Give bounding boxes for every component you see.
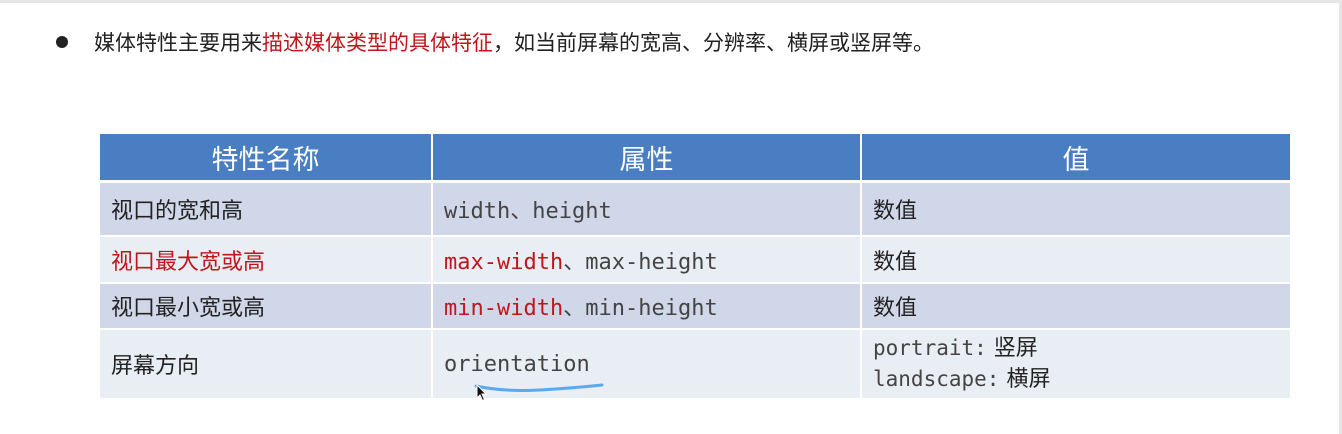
table-row: 视口的宽和高 width、height 数值 xyxy=(100,181,1290,237)
attribute-cell: min-width、min-height xyxy=(432,283,862,330)
intro-bullet: 媒体特性主要用来描述媒体类型的具体特征，如当前屏幕的宽高、分辨率、横屏或竖屏等。 xyxy=(56,26,934,60)
bullet-dot-icon xyxy=(56,36,68,48)
attribute-b: min-height xyxy=(585,296,718,321)
attribute-a: orientation xyxy=(444,351,590,377)
value-cell: 数值 xyxy=(861,181,1290,237)
header-value: 值 xyxy=(861,134,1290,183)
value-line-landscape: landscape: 横屏 xyxy=(873,364,1290,395)
pen-annotation-underline xyxy=(474,383,604,392)
header-attribute: 属性 xyxy=(432,134,862,183)
value-cell: portrait: 竖屏 landscape: 横屏 xyxy=(861,329,1290,400)
attribute-separator: 、 xyxy=(563,249,586,275)
mouse-pointer-icon xyxy=(476,384,488,402)
value-label: 竖屏 xyxy=(993,336,1038,361)
attribute-b: max-height xyxy=(585,249,718,275)
attribute-a: width xyxy=(444,199,511,224)
header-feature-name: 特性名称 xyxy=(100,134,433,183)
attribute-separator: 、 xyxy=(510,199,533,224)
value-cell: 数值 xyxy=(861,283,1290,330)
value-line-portrait: portrait: 竖屏 xyxy=(873,333,1290,364)
attribute-a: min-width xyxy=(444,296,564,321)
intro-text-part2: ，如当前屏幕的宽高、分辨率、横屏或竖屏等。 xyxy=(493,31,934,55)
feature-name-cell: 视口最小宽或高 xyxy=(100,283,433,330)
attribute-b: height xyxy=(532,199,612,224)
media-features-table: 特性名称 属性 值 视口的宽和高 width、height 数值 视口最大宽或高… xyxy=(100,134,1290,400)
feature-name-cell: 视口最大宽或高 xyxy=(100,236,433,284)
feature-name-cell: 屏幕方向 xyxy=(100,329,433,400)
table-row: 视口最大宽或高 max-width、max-height 数值 xyxy=(100,236,1290,284)
attribute-a: max-width xyxy=(444,249,564,275)
value-key: portrait: xyxy=(873,336,987,360)
table-row: 屏幕方向 orientation portrait: 竖屏 landscape:… xyxy=(100,329,1290,400)
table-header-row: 特性名称 属性 值 xyxy=(100,134,1290,183)
attribute-cell: width、height xyxy=(432,181,862,237)
attribute-cell: max-width、max-height xyxy=(432,236,862,284)
window-top-edge xyxy=(0,0,1342,3)
table-row: 视口最小宽或高 min-width、min-height 数值 xyxy=(100,283,1290,330)
value-key: landscape: xyxy=(873,367,1000,391)
value-cell: 数值 xyxy=(861,236,1290,284)
intro-text-highlight: 描述媒体类型的具体特征 xyxy=(262,31,493,55)
value-label: 横屏 xyxy=(1006,367,1051,392)
feature-name-cell: 视口的宽和高 xyxy=(100,181,433,237)
attribute-separator: 、 xyxy=(563,296,586,321)
intro-text-part1: 媒体特性主要用来 xyxy=(94,31,262,55)
